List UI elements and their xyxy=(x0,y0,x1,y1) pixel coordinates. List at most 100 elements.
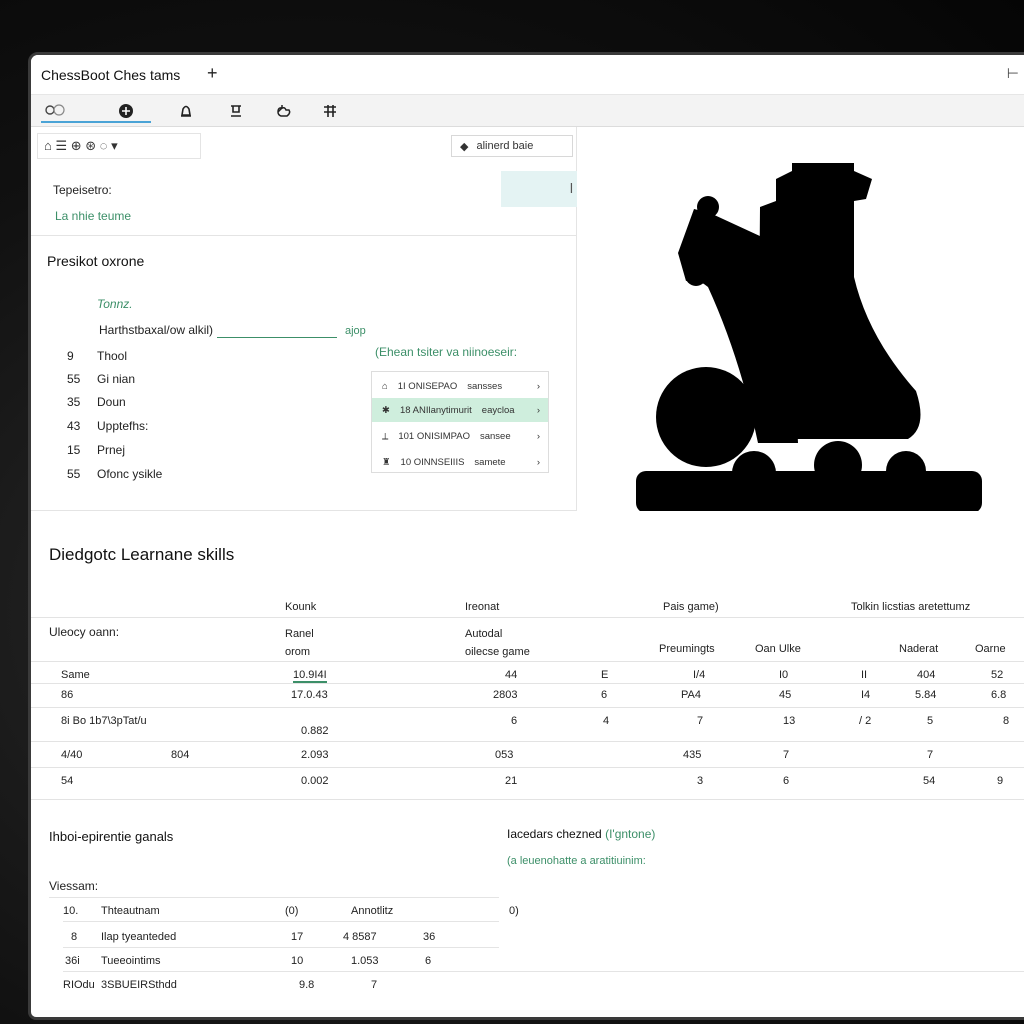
sub-header: Oan Ulke xyxy=(755,643,801,655)
teal-value-box[interactable]: l xyxy=(501,171,577,207)
table-cell: 8i Bo 1b7\3pTat/u xyxy=(61,715,147,727)
goals-cell: 10. xyxy=(63,905,79,917)
table-cell: 44 xyxy=(505,669,518,681)
list-item[interactable]: 55 Gi nian xyxy=(67,372,135,386)
table-cell: 804 xyxy=(171,749,190,761)
window-control-icon[interactable]: ⊢ xyxy=(1007,65,1019,82)
group-header: Tolkin licstias aretettumz xyxy=(851,601,971,613)
save-icon[interactable] xyxy=(223,99,249,123)
card-row[interactable]: ♜ 10 OINNSEIIIS samete › xyxy=(372,450,548,474)
table-cell: 6 xyxy=(601,689,608,701)
card-row-selected[interactable]: ✱ 18 ANIlanytimurit eaycloa › xyxy=(372,398,548,422)
italic-note: Tonnz. xyxy=(97,297,133,311)
table-cell: II xyxy=(861,669,868,681)
table-cell: 54 xyxy=(923,775,936,787)
chevron-right-icon: › xyxy=(536,430,540,442)
table-cell: 404 xyxy=(917,669,936,681)
table-cell: 5.84 xyxy=(915,689,937,701)
goals-cell: RIOdu xyxy=(63,979,95,991)
goals-cell: Ilap tyeanteded xyxy=(101,931,177,943)
table-cell: Same xyxy=(61,669,90,681)
sub-header: Ranel orom xyxy=(285,628,314,658)
new-tab-button[interactable]: + xyxy=(207,63,218,84)
label-top: Tepeisetro: xyxy=(53,183,112,197)
table-cell: E xyxy=(601,669,609,681)
chess-illustration xyxy=(578,127,1024,513)
grid-icon[interactable] xyxy=(317,99,343,123)
table-cell: 9 xyxy=(997,775,1004,787)
chevron-right-icon: › xyxy=(536,380,540,392)
card-row[interactable]: ⌂ 1I ONISEPAO sansses › xyxy=(372,374,548,398)
chess-king-icon[interactable] xyxy=(113,99,139,123)
section-title-presikot: Presikot oxrone xyxy=(47,253,145,269)
list-item[interactable]: 9 Thool xyxy=(67,349,127,363)
sub-header: Naderat xyxy=(899,643,939,655)
row-label-header: Uleocy oann: xyxy=(49,625,120,639)
table-cell: 52 xyxy=(991,669,1004,681)
goals-cell: Annotlitz xyxy=(351,905,394,917)
card-row[interactable]: ⟂ 101 ONISIMPAO sansee › xyxy=(372,424,548,448)
sub-header: Autodal oilecse game xyxy=(465,628,530,658)
dropdown-label: alinerd baie xyxy=(476,140,534,152)
table-cell: 0.002 xyxy=(301,775,329,787)
app-tab-title[interactable]: ChessBoot Ches tams xyxy=(41,67,180,83)
table-cell: 86 xyxy=(61,689,74,701)
list-item[interactable]: 43 Upptefhs: xyxy=(67,419,148,433)
hand-icon[interactable] xyxy=(271,99,297,123)
goals-cell: 9.8 xyxy=(299,979,315,991)
goals-cell: 36i xyxy=(65,955,80,967)
divider xyxy=(31,235,577,236)
group-header: Kounk xyxy=(285,601,317,613)
table-cell: / 2 xyxy=(859,715,872,727)
hint-text: (Ehean tsiter va niinoeseir: xyxy=(375,345,518,359)
table-cell: I0 xyxy=(779,669,789,681)
list-item[interactable]: 15 Prnej xyxy=(67,443,125,457)
board-style-dropdown[interactable]: ◆ alinerd baie xyxy=(451,135,573,157)
title-bar: ChessBoot Ches tams + ⊢ xyxy=(31,55,1024,95)
opponents-title: Iacedars chezned (I'gntone) xyxy=(507,827,656,841)
group-header: Ireonat xyxy=(465,601,500,613)
table-cell: 4 xyxy=(603,715,610,727)
text-input-underline[interactable] xyxy=(217,337,337,338)
move-list-card: ⌂ 1I ONISEPAO sansses › ✱ 18 ANIlanytimu… xyxy=(371,371,549,473)
goals-cell: 6 xyxy=(425,955,432,967)
goals-cell: Thteautnam xyxy=(101,905,160,917)
goals-cell: Tueeointims xyxy=(101,955,161,967)
chevron-right-icon: › xyxy=(536,404,540,416)
goals-cell: 3SBUEIRSthdd xyxy=(101,979,177,991)
table-cell: 435 xyxy=(683,749,702,761)
input-suffix: ajop xyxy=(345,325,366,337)
group-header: Pais game) xyxy=(663,601,719,613)
list-item[interactable]: 35 Doun xyxy=(67,395,126,409)
table-cell: 3 xyxy=(697,775,704,787)
table-cell-highlight[interactable]: 10.9I4I xyxy=(293,669,327,683)
toolbar xyxy=(31,95,1024,127)
table-cell: 6 xyxy=(783,775,790,787)
skills-section-title: Diedgotc Learnane skills xyxy=(49,545,235,564)
list-item[interactable]: 55 Ofonc ysikle xyxy=(67,467,162,481)
format-icons[interactable]: ⌂ ☰ ⊕ ⊛ ◌ ▾ xyxy=(44,138,118,154)
left-panel: ⌂ ☰ ⊕ ⊛ ◌ ▾ ◆ alinerd baie Tepeisetro: L… xyxy=(31,127,577,511)
card-row-icon: ✱ xyxy=(382,404,390,416)
table-cell: 2803 xyxy=(493,689,518,701)
table-cell: 21 xyxy=(505,775,518,787)
bell-icon[interactable] xyxy=(173,99,199,123)
app-window: ChessBoot Ches tams + ⊢ ⌂ ☰ ⊕ ⊛ ◌ ▾ ◆ al… xyxy=(28,52,1024,1020)
table-cell: 6 xyxy=(511,715,518,727)
table-cell: I/4 xyxy=(693,669,706,681)
goals-title: Ihboi-epirentie ganals xyxy=(49,829,174,844)
table-cell: 4/40 xyxy=(61,749,83,761)
format-toolbar[interactable]: ⌂ ☰ ⊕ ⊛ ◌ ▾ xyxy=(37,133,201,159)
goals-cell: 4 8587 xyxy=(343,931,377,943)
goals-cell: 17 xyxy=(291,931,304,943)
label-sub-link[interactable]: La nhie teume xyxy=(55,209,131,223)
table-cell: 2.093 xyxy=(301,749,329,761)
goals-cell: 36 xyxy=(423,931,436,943)
table-cell: 54 xyxy=(61,775,74,787)
table-cell: 7 xyxy=(697,715,704,727)
input-label: Harthstbaxal/ow alkil) xyxy=(99,323,214,337)
table-cell: 17.0.43 xyxy=(291,689,328,701)
table-cell: I4 xyxy=(861,689,871,701)
sub-header: Preumingts xyxy=(659,643,715,655)
card-row-icon: ♜ xyxy=(382,456,391,468)
